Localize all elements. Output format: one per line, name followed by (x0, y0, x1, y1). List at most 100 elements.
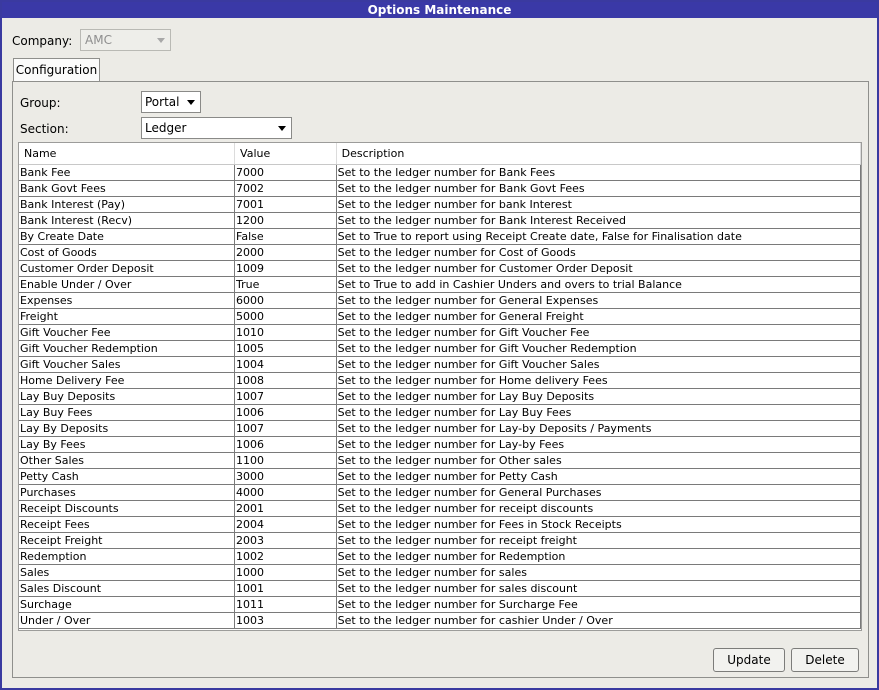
cell-name[interactable]: Freight (19, 308, 236, 325)
cell-value[interactable]: 1011 (234, 596, 337, 613)
cell-name[interactable]: Receipt Freight (19, 532, 236, 549)
table-row[interactable]: Receipt Discounts 2001 Set to the ledger n… (19, 500, 861, 517)
cell-value[interactable]: 1002 (234, 548, 337, 565)
cell-description[interactable]: Set to True to add in Cashier Unders and… (336, 276, 861, 293)
table-row[interactable]: Bank Interest (Pay) 7001 Set to the ledger… (19, 196, 861, 213)
cell-description[interactable]: Set to the ledger number for Other sales (336, 452, 861, 469)
cell-description[interactable]: Set to the ledger number for Redemption (336, 548, 861, 565)
table-row[interactable]: Lay Buy Fees 1006 Set to the ledger number… (19, 404, 861, 421)
cell-value[interactable]: 1000 (234, 564, 337, 581)
cell-value[interactable]: 5000 (234, 308, 337, 325)
cell-value[interactable]: 1007 (234, 388, 337, 405)
cell-value[interactable]: 1003 (234, 612, 337, 629)
table-row[interactable]: Customer Order Deposit 1009 Set to the led… (19, 260, 861, 277)
tab-configuration[interactable]: Configuration (13, 58, 100, 82)
table-row[interactable]: Gift Voucher Sales 1004 Set to the ledger … (19, 356, 861, 373)
cell-name[interactable]: Sales Discount (19, 580, 236, 597)
cell-value[interactable]: 1004 (234, 356, 337, 373)
group-select[interactable]: Portal (141, 91, 201, 113)
cell-value[interactable]: 1007 (234, 420, 337, 437)
table-row[interactable]: Bank Govt Fees 7002 Set to the ledger numb… (19, 180, 861, 197)
table-row[interactable]: Receipt Freight 2003 Set to the ledger num… (19, 532, 861, 549)
cell-name[interactable]: Lay By Fees (19, 436, 236, 453)
cell-value[interactable]: False (234, 228, 337, 245)
cell-name[interactable]: Lay Buy Fees (19, 404, 236, 421)
table-row[interactable]: Enable Under / Over True Set to True to ad… (19, 276, 861, 293)
column-header-value[interactable]: Value (234, 143, 337, 165)
cell-value[interactable]: 1009 (234, 260, 337, 277)
cell-name[interactable]: Purchases (19, 484, 236, 501)
cell-description[interactable]: Set to the ledger number for Bank Govt F… (336, 180, 861, 197)
cell-description[interactable]: Set to True to report using Receipt Crea… (336, 228, 861, 245)
cell-value[interactable]: 7000 (234, 164, 337, 181)
cell-description[interactable]: Set to the ledger number for Fees in Sto… (336, 516, 861, 533)
cell-name[interactable]: Sales (19, 564, 236, 581)
table-row[interactable]: Redemption 1002 Set to the ledger number f… (19, 548, 861, 565)
cell-description[interactable]: Set to the ledger number for Lay Buy Dep… (336, 388, 861, 405)
cell-value[interactable]: 2000 (234, 244, 337, 261)
table-row[interactable]: Sales 1000 Set to the ledger number for sa… (19, 564, 861, 581)
table-row[interactable]: Petty Cash 3000 Set to the ledger number f… (19, 468, 861, 485)
cell-name[interactable]: Bank Govt Fees (19, 180, 236, 197)
cell-name[interactable]: Bank Fee (19, 164, 236, 181)
cell-value[interactable]: 7002 (234, 180, 337, 197)
cell-name[interactable]: Receipt Discounts (19, 500, 236, 517)
table-row[interactable]: Cost of Goods 2000 Set to the ledger numbe… (19, 244, 861, 261)
delete-button[interactable]: Delete (791, 648, 859, 672)
table-row[interactable]: Purchases 4000 Set to the ledger number fo… (19, 484, 861, 501)
table-row[interactable]: Gift Voucher Fee 1010 Set to the ledger nu… (19, 324, 861, 341)
cell-value[interactable]: 1100 (234, 452, 337, 469)
cell-description[interactable]: Set to the ledger number for sales (336, 564, 861, 581)
cell-value[interactable]: 2003 (234, 532, 337, 549)
cell-description[interactable]: Set to the ledger number for General Fre… (336, 308, 861, 325)
table-row[interactable]: Gift Voucher Redemption 1005 Set to the le… (19, 340, 861, 357)
cell-name[interactable]: Receipt Fees (19, 516, 236, 533)
cell-description[interactable]: Set to the ledger number for receipt fre… (336, 532, 861, 549)
cell-name[interactable]: Lay By Deposits (19, 420, 236, 437)
cell-name[interactable]: Gift Voucher Redemption (19, 340, 236, 357)
cell-value[interactable]: 1006 (234, 404, 337, 421)
table-row[interactable]: Under / Over 1003 Set to the ledger number… (19, 612, 861, 629)
table-row[interactable]: By Create Date False Set to True to report… (19, 228, 861, 245)
update-button[interactable]: Update (713, 648, 785, 672)
cell-value[interactable]: 1010 (234, 324, 337, 341)
cell-name[interactable]: Under / Over (19, 612, 236, 629)
cell-description[interactable]: Set to the ledger number for Bank Intere… (336, 212, 861, 229)
cell-name[interactable]: Enable Under / Over (19, 276, 236, 293)
cell-name[interactable]: Home Delivery Fee (19, 372, 236, 389)
cell-value[interactable]: 2001 (234, 500, 337, 517)
cell-description[interactable]: Set to the ledger number for Gift Vouche… (336, 324, 861, 341)
cell-name[interactable]: Gift Voucher Fee (19, 324, 236, 341)
cell-value[interactable]: 1006 (234, 436, 337, 453)
cell-description[interactable]: Set to the ledger number for Lay-by Depo… (336, 420, 861, 437)
table-row[interactable]: Lay By Fees 1006 Set to the ledger number … (19, 436, 861, 453)
cell-description[interactable]: Set to the ledger number for receipt dis… (336, 500, 861, 517)
company-select[interactable]: AMC (80, 29, 171, 51)
cell-name[interactable]: Bank Interest (Pay) (19, 196, 236, 213)
cell-description[interactable]: Set to the ledger number for Petty Cash (336, 468, 861, 485)
cell-name[interactable]: By Create Date (19, 228, 236, 245)
cell-name[interactable]: Cost of Goods (19, 244, 236, 261)
table-row[interactable]: Other Sales 1100 Set to the ledger number … (19, 452, 861, 469)
table-row[interactable]: Expenses 6000 Set to the ledger number for… (19, 292, 861, 309)
cell-name[interactable]: Petty Cash (19, 468, 236, 485)
cell-value[interactable]: 1200 (234, 212, 337, 229)
cell-description[interactable]: Set to the ledger number for Home delive… (336, 372, 861, 389)
cell-value[interactable]: 1001 (234, 580, 337, 597)
cell-description[interactable]: Set to the ledger number for sales disco… (336, 580, 861, 597)
cell-description[interactable]: Set to the ledger number for Gift Vouche… (336, 340, 861, 357)
table-row[interactable]: Lay Buy Deposits 1007 Set to the ledger nu… (19, 388, 861, 405)
cell-description[interactable]: Set to the ledger number for Lay-by Fees (336, 436, 861, 453)
cell-name[interactable]: Expenses (19, 292, 236, 309)
cell-name[interactable]: Gift Voucher Sales (19, 356, 236, 373)
table-row[interactable]: Bank Fee 7000 Set to the ledger number for… (19, 164, 861, 181)
cell-value[interactable]: 1005 (234, 340, 337, 357)
cell-description[interactable]: Set to the ledger number for Gift Vouche… (336, 356, 861, 373)
cell-value[interactable]: 4000 (234, 484, 337, 501)
table-row[interactable]: Bank Interest (Recv) 1200 Set to the ledge… (19, 212, 861, 229)
table-row[interactable]: Freight 5000 Set to the ledger number for … (19, 308, 861, 325)
cell-description[interactable]: Set to the ledger number for Surcharge F… (336, 596, 861, 613)
table-row[interactable]: Surchage 1011 Set to the ledger number for… (19, 596, 861, 613)
cell-name[interactable]: Redemption (19, 548, 236, 565)
cell-value[interactable]: 1008 (234, 372, 337, 389)
